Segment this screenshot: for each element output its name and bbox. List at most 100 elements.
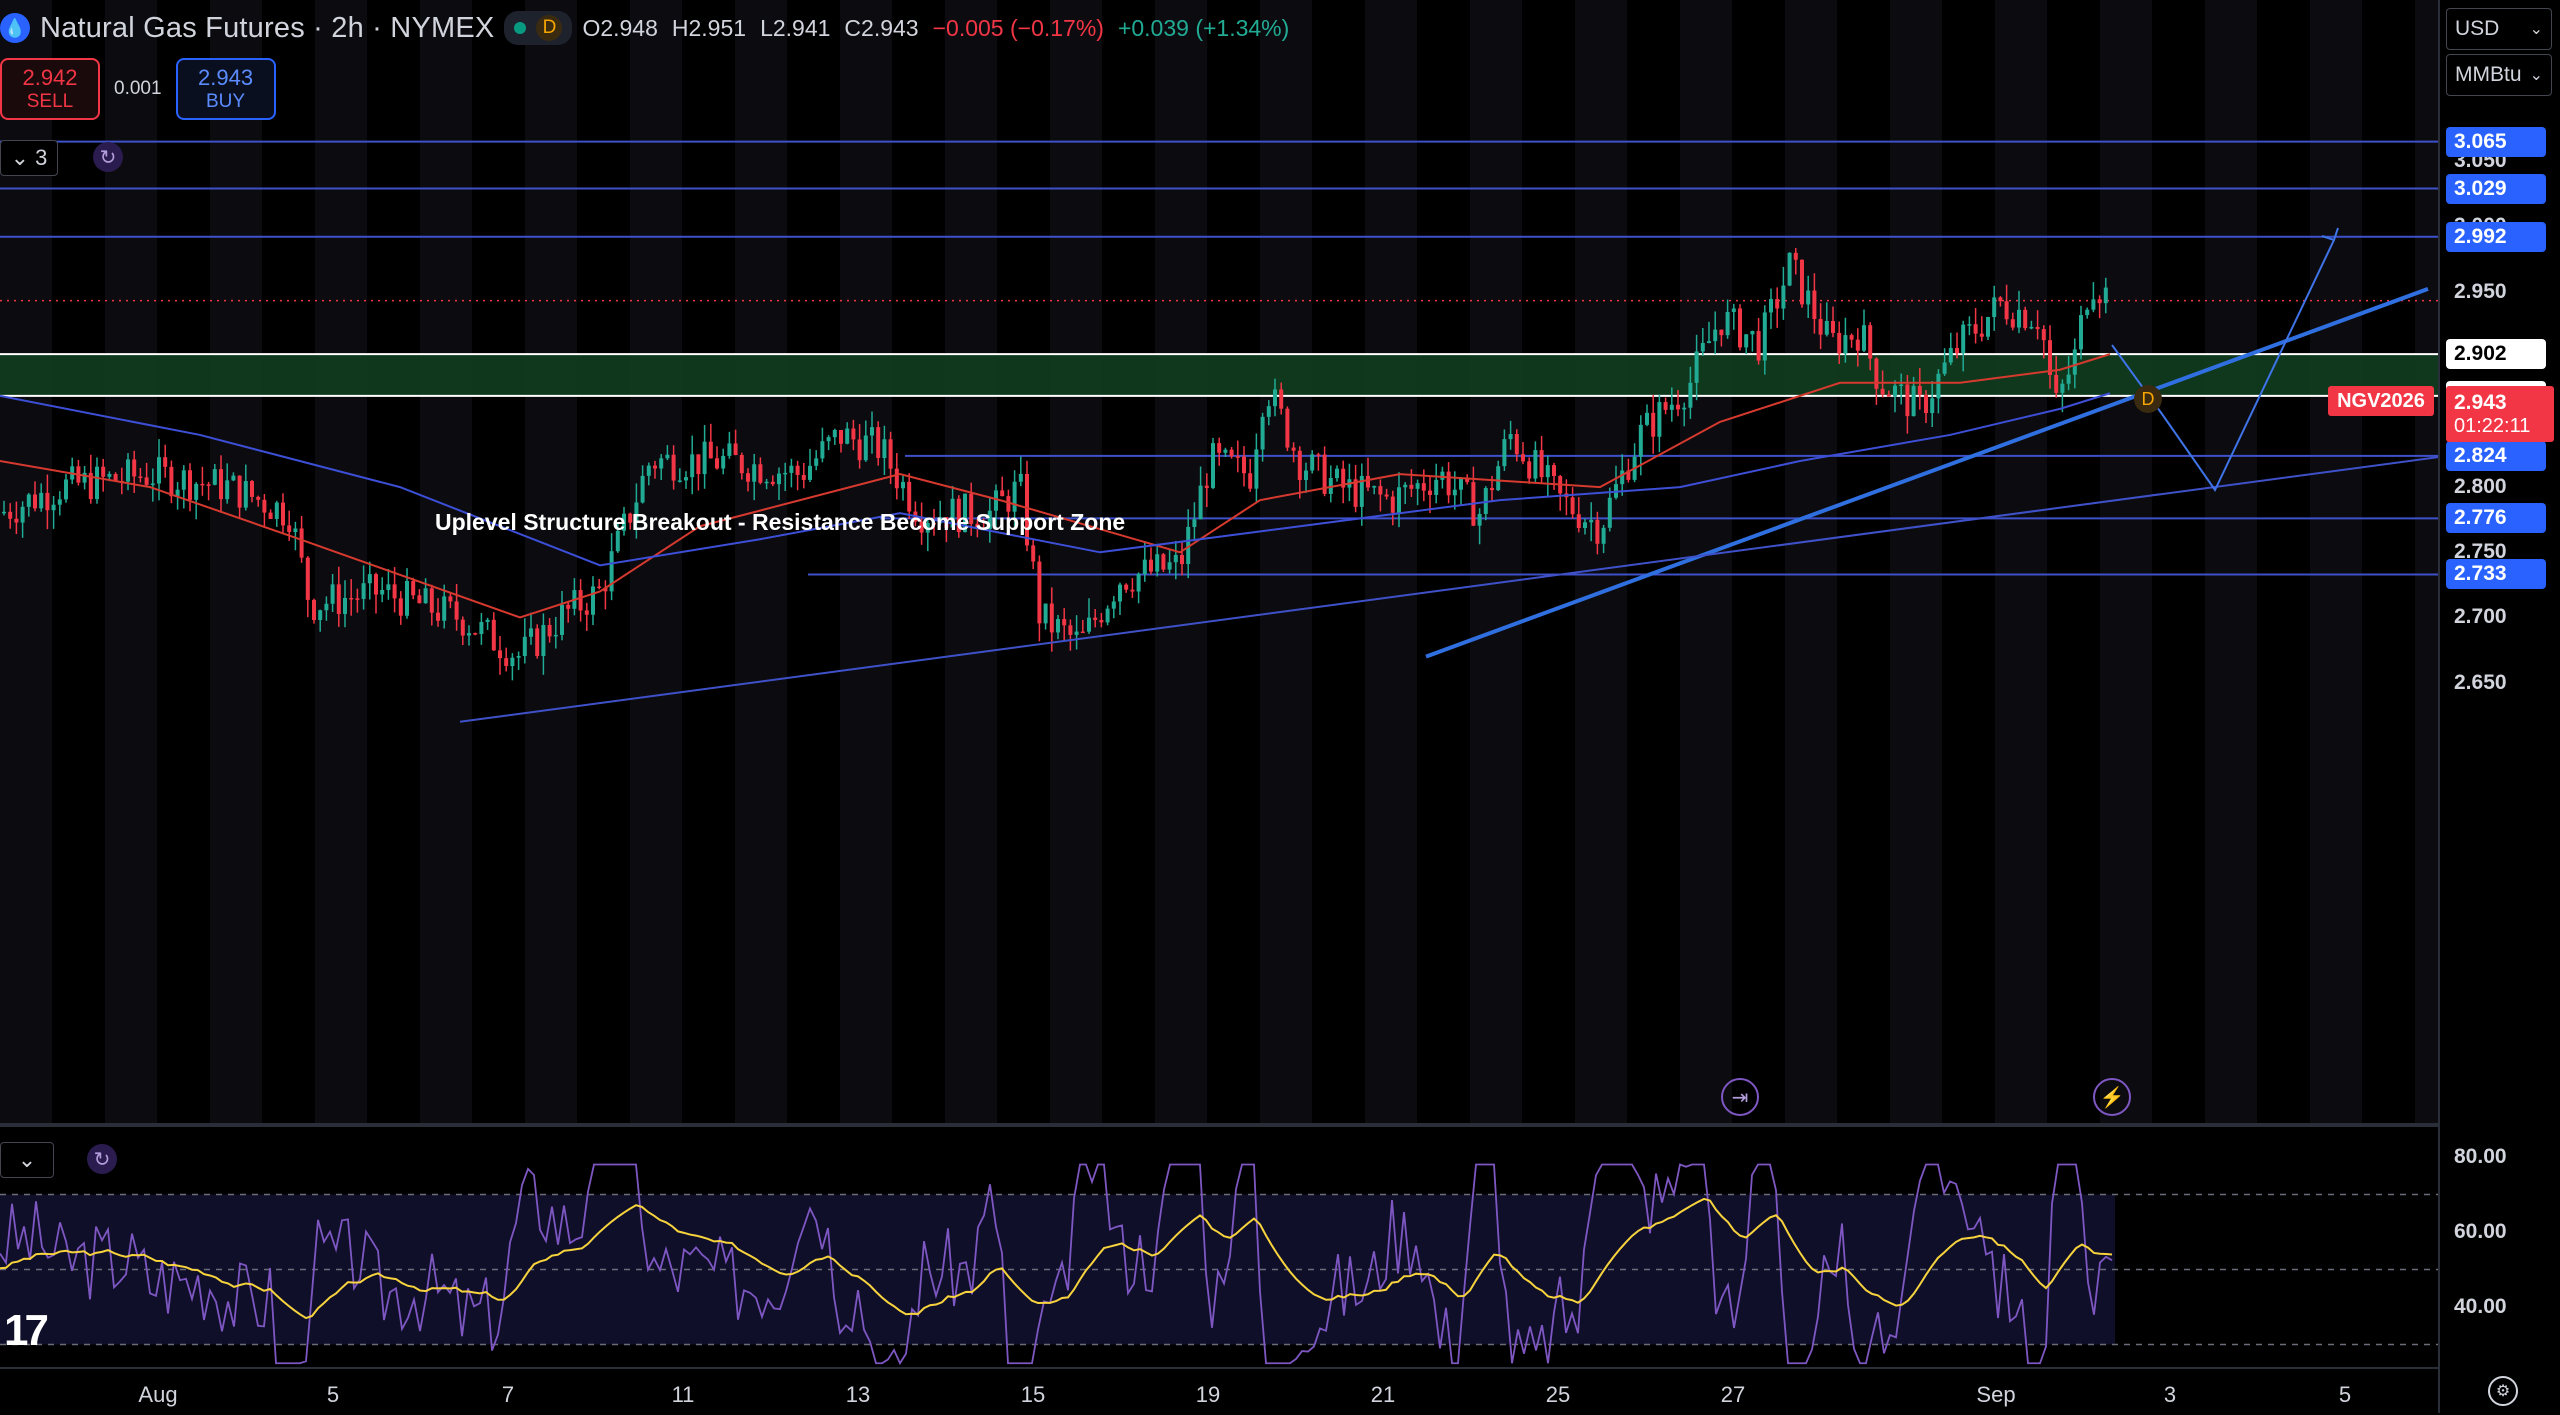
sync-icon[interactable]: ↻ xyxy=(93,142,123,172)
candle-body xyxy=(1651,412,1656,437)
candle-body xyxy=(225,480,230,500)
sell-button[interactable]: 2.942 SELL xyxy=(0,58,100,120)
candle-body xyxy=(1390,496,1395,513)
candle-body xyxy=(20,506,25,523)
candle-body xyxy=(1229,449,1234,457)
candle-body xyxy=(1428,490,1432,495)
support-zone-label: Uplevel Structure Breakout - Resistance … xyxy=(435,509,1126,535)
candle-body xyxy=(1254,449,1259,489)
candle-body xyxy=(808,465,812,480)
candle-body xyxy=(1688,382,1693,408)
ohlc-open: O2.948 xyxy=(582,14,658,41)
candle-body xyxy=(870,427,874,436)
tradingview-logo: 17 xyxy=(4,1306,49,1355)
candle-body xyxy=(1018,474,1023,482)
candle-body xyxy=(677,480,682,482)
candle-body xyxy=(727,443,732,456)
candle-body xyxy=(1552,465,1556,477)
buy-price: 2.943 xyxy=(198,65,254,90)
lightning-event-icon[interactable]: ⚡ xyxy=(2093,1078,2131,1116)
candle-body xyxy=(2091,299,2096,310)
candle-body xyxy=(374,574,378,595)
candle-body xyxy=(2,511,6,514)
time-tick: 3 xyxy=(2163,1382,2177,1407)
candle-body xyxy=(1800,259,1804,305)
candle-body xyxy=(262,499,267,513)
candle-body xyxy=(659,458,664,469)
candle-body xyxy=(274,502,279,519)
candle-body xyxy=(795,465,800,475)
price-chart[interactable] xyxy=(0,0,2438,1123)
candle-body xyxy=(454,601,459,620)
rsi-sync-icon[interactable]: ↻ xyxy=(87,1144,117,1174)
candle-body xyxy=(1335,468,1339,479)
candle-body xyxy=(1818,319,1823,335)
candle-body xyxy=(1893,385,1897,397)
candle-body xyxy=(1521,454,1525,462)
candle-body xyxy=(1570,497,1575,515)
session-stripe xyxy=(210,0,262,1123)
delayed-badge[interactable]: D xyxy=(536,15,563,41)
currency-select[interactable]: USD ⌄ xyxy=(2446,8,2552,50)
unit-select[interactable]: MMBtu ⌄ xyxy=(2446,54,2552,96)
dividend-marker-icon[interactable]: D xyxy=(2134,385,2162,413)
candle-body xyxy=(163,457,168,467)
candle-body xyxy=(1490,488,1494,491)
candle-body xyxy=(1812,290,1817,320)
candle-body xyxy=(1273,389,1277,407)
session-stripe xyxy=(1890,0,1942,1123)
candle-body xyxy=(312,599,316,621)
candle-body xyxy=(1955,347,1959,354)
candle-body xyxy=(1831,321,1835,333)
session-stripe xyxy=(1785,0,1837,1123)
candle-body xyxy=(2066,374,2071,384)
unit-value: MMBtu xyxy=(2455,63,2522,86)
candle-body xyxy=(832,429,837,438)
settings-gear-icon[interactable]: ⚙ xyxy=(2488,1376,2518,1406)
candle-body xyxy=(777,473,781,485)
symbol-title[interactable]: Natural Gas Futures · 2h · NYMEX xyxy=(40,12,494,45)
candle-body xyxy=(336,584,341,614)
candle-body xyxy=(1607,497,1612,528)
dividend-event-icon[interactable]: ⇥ xyxy=(1721,1078,1759,1116)
candle-body xyxy=(1062,619,1067,626)
session-stripe xyxy=(630,0,682,1123)
candle-body xyxy=(814,458,819,466)
candle-body xyxy=(1676,404,1680,410)
candle-body xyxy=(1514,434,1519,455)
candle-body xyxy=(2072,349,2077,375)
candle-body xyxy=(2048,340,2052,375)
indicators-toggle[interactable]: ⌄ 3 xyxy=(0,140,58,176)
candle-body xyxy=(150,483,155,486)
buy-button[interactable]: 2.943 BUY xyxy=(175,58,276,120)
candle-body xyxy=(646,465,651,476)
session-stripe xyxy=(945,0,997,1123)
candle-body xyxy=(305,557,310,600)
candle-body xyxy=(547,624,552,637)
candle-body xyxy=(584,610,589,615)
candle-body xyxy=(206,484,211,486)
candle-body xyxy=(529,628,533,637)
candle-body xyxy=(1310,454,1315,471)
price-tick: 2.650 xyxy=(2454,670,2507,694)
rsi-tick: 80.00 xyxy=(2454,1145,2507,1168)
candle-body xyxy=(1973,324,1978,334)
candle-body xyxy=(1669,404,1674,410)
candle-body xyxy=(1366,475,1370,488)
session-stripe xyxy=(315,0,367,1123)
candle-body xyxy=(1403,484,1408,488)
rsi-pane[interactable] xyxy=(0,1127,2438,1367)
candle-body xyxy=(1707,341,1711,343)
candle-body xyxy=(1824,321,1829,335)
candle-body xyxy=(907,481,912,512)
candle-body xyxy=(522,636,527,656)
candle-body xyxy=(1099,619,1104,623)
status-pills[interactable]: D xyxy=(504,11,573,45)
candle-body xyxy=(212,469,217,485)
candle-body xyxy=(380,589,385,595)
time-tick: 27 xyxy=(1720,1382,1746,1407)
candle-body xyxy=(1979,333,1984,337)
rsi-tick: 40.00 xyxy=(2454,1295,2507,1318)
rsi-collapse-toggle[interactable]: ⌄ xyxy=(0,1142,54,1178)
time-tick: Aug xyxy=(138,1382,178,1407)
